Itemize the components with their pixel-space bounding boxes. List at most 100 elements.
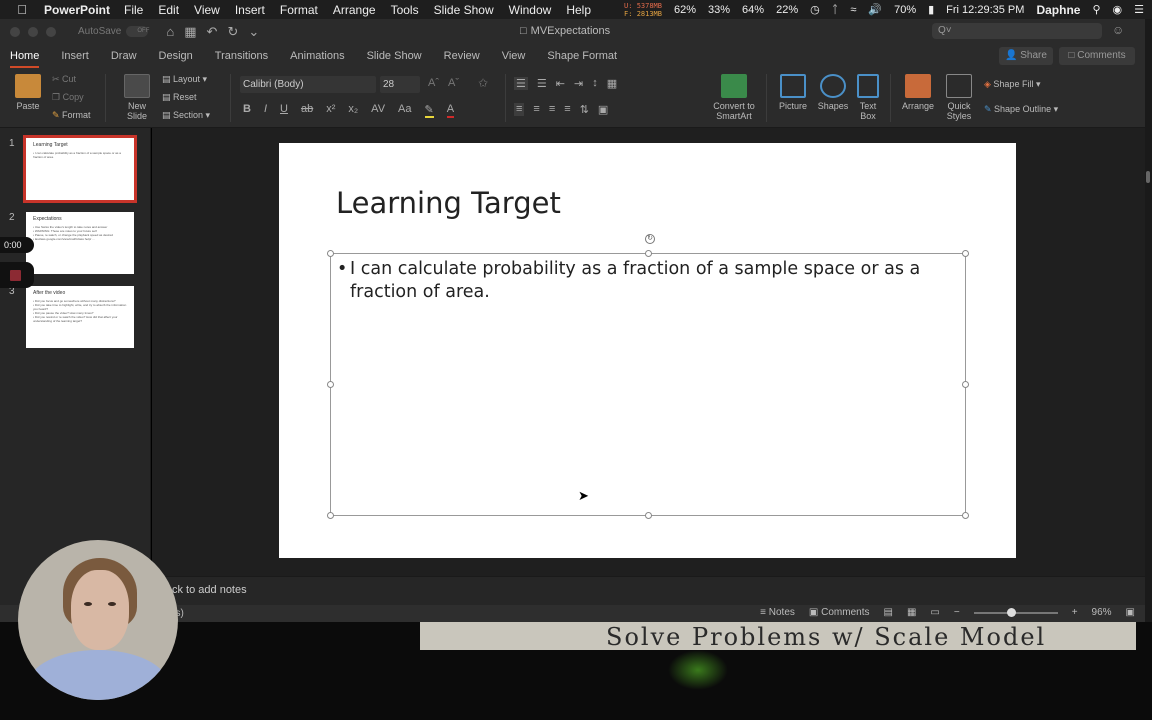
siri-icon[interactable]: ◉ [1113,3,1123,16]
resize-handle[interactable] [962,250,969,257]
section-button[interactable]: ▤ Section ▾ [162,110,210,121]
tab-transitions[interactable]: Transitions [215,44,268,68]
home-icon[interactable]: ⌂ [166,24,174,40]
zoom-level[interactable]: 96% [1092,607,1112,618]
menu-tools[interactable]: Tools [391,3,419,17]
comments-button[interactable]: □ Comments [1059,47,1135,65]
comments-toggle[interactable]: ▣ Comments [809,607,870,618]
reset-button[interactable]: ▤ Reset [162,92,197,103]
text-box-button[interactable]: Text Box [854,74,882,121]
app-menu[interactable]: PowerPoint [44,3,110,17]
bullet-item[interactable]: • I can calculate probability as a fract… [337,258,940,304]
notes-pane[interactable]: ck to add notes [152,576,1145,605]
feedback-smiley-icon[interactable]: ☺ [1112,23,1124,37]
user-name[interactable]: Daphne [1036,3,1080,17]
spotlight-icon[interactable]: ⚲ [1092,3,1100,16]
battery-percent[interactable]: 70% [894,4,916,16]
apple-icon[interactable]:  [0,2,44,17]
normal-view-icon[interactable]: ▤ [883,607,892,618]
wifi-icon[interactable]: ≈ [850,4,856,16]
vertical-scrollbar[interactable] [1145,19,1152,622]
menu-file[interactable]: File [124,3,143,17]
menu-window[interactable]: Window [509,3,552,17]
font-size-select[interactable]: 28 [380,76,420,93]
increase-indent-icon[interactable]: ⇥ [574,77,583,90]
reading-view-icon[interactable]: ▭ [930,607,939,618]
justify-icon[interactable]: ≡ [564,103,570,116]
volume-icon[interactable]: 🔊 [868,3,882,16]
zoom-slider-handle[interactable] [1007,607,1017,617]
mem-stat[interactable]: 33% [708,4,730,16]
resize-handle[interactable] [327,381,334,388]
customize-toolbar-icon[interactable]: ⌄ [248,24,259,40]
tab-home[interactable]: Home [10,44,40,68]
strikethrough-button[interactable]: ab [301,103,313,118]
layout-button[interactable]: ▤ Layout ▾ [162,74,207,85]
shapes-button[interactable]: Shapes [816,74,850,111]
shape-outline-button[interactable]: ✎ Shape Outline ▾ [984,104,1058,115]
scrollbar-thumb[interactable] [1146,171,1150,183]
net-stat[interactable]: 22% [776,4,798,16]
columns-icon[interactable]: ▦ [607,77,617,90]
close-window-button[interactable] [10,26,20,37]
slide-thumbnail-3[interactable]: After the video • Did you focus and go s… [26,286,134,348]
tab-slide-show[interactable]: Slide Show [367,44,422,68]
resize-handle[interactable] [645,250,652,257]
slide-title[interactable]: Learning Target [336,186,561,220]
arrange-button[interactable]: Arrange [898,74,938,111]
tab-shape-format[interactable]: Shape Format [547,44,617,68]
quick-styles-button[interactable]: Quick Styles [942,74,976,121]
menu-view[interactable]: View [194,3,220,17]
zoom-window-button[interactable] [46,26,56,37]
rotate-handle-icon[interactable]: ↻ [645,234,655,244]
text-direction-icon[interactable]: ⇅ [580,103,589,116]
align-center-icon[interactable]: ≡ [533,103,539,116]
increase-font-size-button[interactable]: Aˆ [428,77,439,89]
align-left-icon[interactable]: ≡ [514,103,525,116]
minimize-window-button[interactable] [28,26,38,37]
bullets-icon[interactable]: ☰ [514,77,528,90]
save-icon[interactable]: ▦ [184,24,196,40]
menu-format[interactable]: Format [280,3,318,17]
stop-recording-button[interactable] [0,262,34,288]
tab-insert[interactable]: Insert [61,44,89,68]
format-painter-button[interactable]: ✎ Format [52,110,91,121]
align-right-icon[interactable]: ≡ [549,103,555,116]
picture-button[interactable]: Picture [776,74,810,111]
bold-button[interactable]: B [243,103,251,118]
search-input[interactable]: Q˅ [932,23,1102,39]
resize-handle[interactable] [962,512,969,519]
clear-formatting-icon[interactable]: ✩ [478,76,488,90]
line-spacing-icon[interactable]: ↕ [592,77,598,90]
fit-to-window-icon[interactable]: ▣ [1126,607,1135,618]
slide-thumbnail-2[interactable]: Expectations • Use Swiss the video's len… [26,212,134,274]
autosave-toggle[interactable]: OFF [126,26,149,37]
bluetooth-icon[interactable]: ᛏ [832,4,839,16]
cut-button[interactable]: ✂ Cut [52,74,76,85]
undo-icon[interactable]: ↶ [207,24,218,40]
menu-edit[interactable]: Edit [158,3,179,17]
menu-arrange[interactable]: Arrange [333,3,376,17]
tab-review[interactable]: Review [444,44,480,68]
resize-handle[interactable] [327,512,334,519]
slide-sorter-icon[interactable]: ▦ [907,607,916,618]
resize-handle[interactable] [645,512,652,519]
zoom-in-icon[interactable]: + [1072,607,1078,618]
battery-icon[interactable]: ▮ [928,3,934,16]
content-placeholder[interactable]: ↻ • I can calculate probability as a fra… [327,234,969,519]
tab-animations[interactable]: Animations [290,44,344,68]
change-case-button[interactable]: Aa [398,103,411,118]
slide[interactable]: Learning Target ↻ • I can calculate prob… [279,143,1016,558]
subscript-button[interactable]: x₂ [348,103,358,118]
superscript-button[interactable]: x² [326,103,335,118]
clock[interactable]: Fri 12:29:35 PM [946,4,1024,16]
paste-button[interactable]: Paste [10,74,46,111]
font-color-icon[interactable]: A [446,103,455,118]
cpu-stat[interactable]: 62% [674,4,696,16]
menu-insert[interactable]: Insert [235,3,265,17]
align-text-icon[interactable]: ▣ [598,103,608,116]
tab-design[interactable]: Design [159,44,193,68]
char-spacing-button[interactable]: AV [371,103,385,118]
convert-smartart-button[interactable]: Convert to SmartArt [708,74,760,121]
decrease-indent-icon[interactable]: ⇤ [556,77,565,90]
